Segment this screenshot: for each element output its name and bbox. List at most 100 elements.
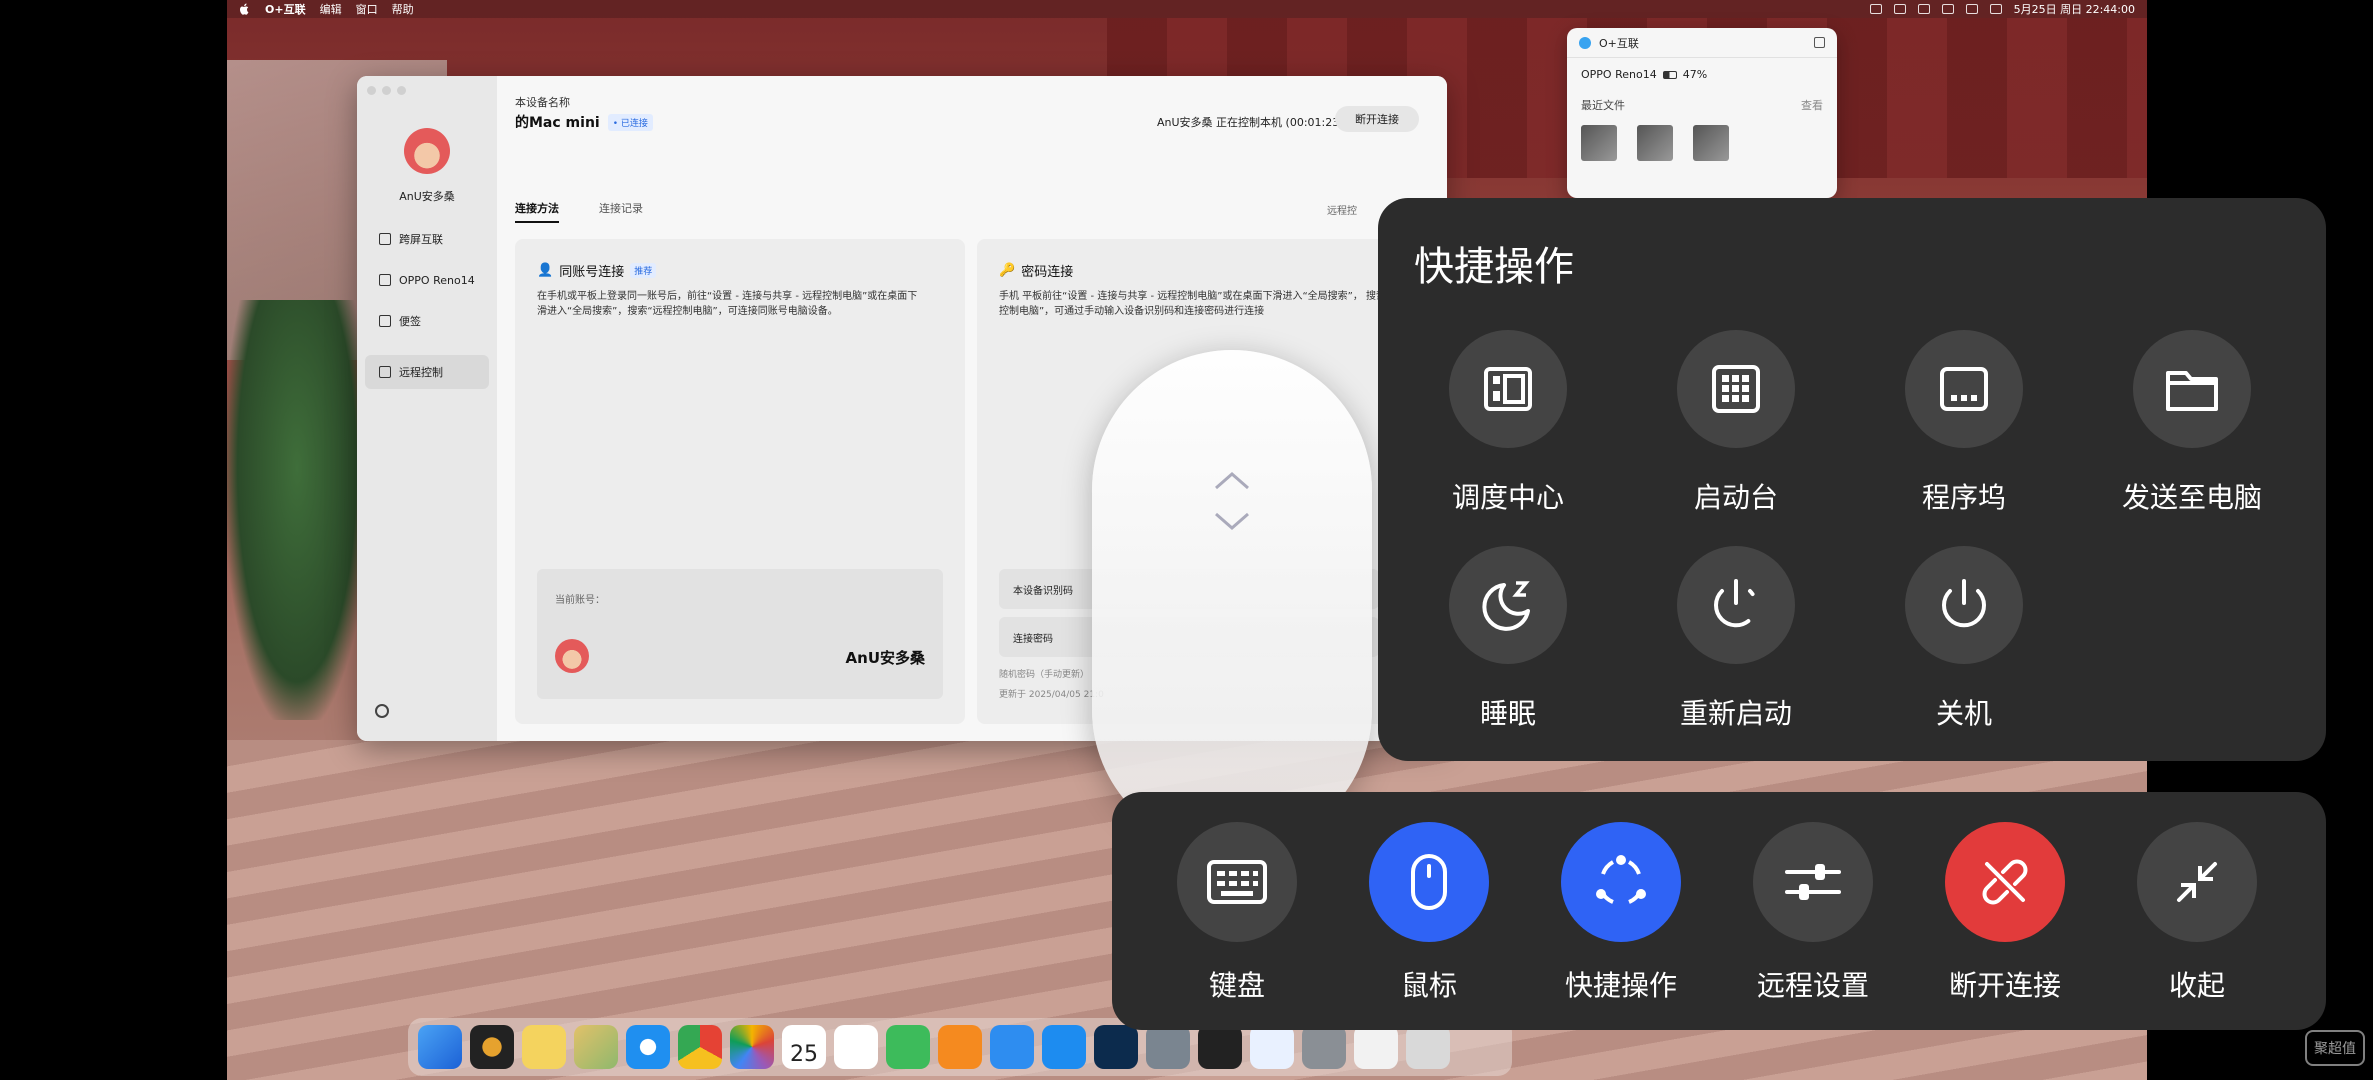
card-description: 手机 平板前往“设置 - 连接与共享 - 远程控制电脑”或在桌面下滑进入“全局搜… (999, 291, 1387, 317)
window-controls (367, 86, 406, 95)
app-logo-icon (1579, 36, 1591, 49)
collapse-button[interactable]: 收起 (2107, 822, 2287, 1022)
password-label: 连接密码 (1013, 633, 1053, 645)
system-settings-icon[interactable] (1302, 1025, 1346, 1069)
pages-icon[interactable] (938, 1025, 982, 1069)
send-to-computer-button[interactable]: 发送至电脑 (2102, 330, 2282, 514)
screen-icon (379, 233, 391, 245)
tab-connection-history[interactable]: 连接记录 (599, 200, 643, 223)
restart-button[interactable]: 重新启动 (1646, 546, 1826, 730)
calendar-day: 25 (790, 1042, 818, 1067)
apple-icon[interactable] (239, 3, 251, 15)
sidebar-item-phone[interactable]: OPPO Reno14 (365, 263, 489, 297)
status-icon[interactable] (1893, 4, 1906, 14)
mouse-button[interactable]: 鼠标 (1339, 822, 1519, 1022)
trash-icon[interactable] (1406, 1025, 1450, 1069)
settings-gear-icon[interactable] (375, 704, 389, 718)
mission-control-button[interactable]: 调度中心 (1418, 330, 1598, 514)
keyboard-icon (1177, 822, 1297, 942)
document-icon[interactable] (1354, 1025, 1398, 1069)
random-password-note: 随机密码（手动更新） (999, 670, 1090, 680)
connected-badge: • 已连接 (607, 113, 653, 131)
sidebar-item-notes[interactable]: 便签 (365, 304, 489, 338)
status-icon[interactable] (1869, 4, 1882, 14)
app-sidebar: AnU安多桑 跨屏互联 OPPO Reno14 便签 远程控制 (357, 76, 497, 741)
menubar-clock[interactable]: 5月25日 周日 22:44:00 (2014, 1, 2135, 17)
keyboard-button[interactable]: 键盘 (1147, 822, 1327, 1022)
minimize-window-button[interactable] (382, 86, 391, 95)
quick-item-label: 重新启动 (1679, 697, 1792, 730)
photos-icon[interactable] (730, 1025, 774, 1069)
speaker-app-icon[interactable] (470, 1025, 514, 1069)
finder-icon[interactable] (418, 1025, 462, 1069)
safari-icon[interactable] (626, 1025, 670, 1069)
remote-toolbar: 键盘 鼠标 快捷操作 远程设置 断开连接 收起 (1112, 792, 2326, 1030)
menubar-window[interactable]: 窗口 (356, 1, 378, 17)
close-window-button[interactable] (367, 86, 376, 95)
wifi-icon[interactable] (1941, 4, 1954, 14)
quick-actions-icon (1561, 822, 1681, 942)
card-title-text: 同账号连接 (559, 265, 625, 280)
reminders-icon[interactable] (834, 1025, 878, 1069)
device-code-label: 本设备识别码 (1013, 585, 1073, 597)
calendar-icon[interactable]: 25 (782, 1025, 826, 1069)
launchpad-button[interactable]: 启动台 (1646, 330, 1826, 514)
launchpad-app-icon[interactable] (574, 1025, 618, 1069)
sidebar-item-screen-link[interactable]: 跨屏互联 (365, 222, 489, 256)
menubar-help[interactable]: 帮助 (392, 1, 414, 17)
mini-device-row[interactable]: OPPO Reno14 47% (1567, 58, 1837, 91)
app-store-icon[interactable] (1042, 1025, 1086, 1069)
device-name-label: 本设备名称 (515, 96, 570, 109)
device-name-text: 的Mac mini (515, 115, 600, 131)
quick-actions-button[interactable]: 快捷操作 (1531, 822, 1711, 1022)
mini-battery: 47% (1682, 68, 1708, 81)
chevron-up-icon[interactable] (1212, 470, 1252, 492)
sleep-button[interactable]: 睡眠 (1418, 546, 1598, 730)
numbers-icon[interactable] (886, 1025, 930, 1069)
sidebar-item-remote-control[interactable]: 远程控制 (365, 355, 489, 389)
menubar-status-area: 5月25日 周日 22:44:00 (1869, 1, 2135, 17)
recommend-tag: 推荐 (630, 263, 657, 278)
quick-item-label: 程序坞 (1921, 481, 2006, 514)
file-thumbnail[interactable] (1637, 125, 1673, 161)
restart-icon (1677, 546, 1795, 664)
toolbar-item-label: 远程设置 (1756, 969, 1869, 1002)
virtual-mouse-overlay[interactable] (1092, 350, 1372, 850)
remote-settings-button[interactable]: 远程设置 (1723, 822, 1903, 1022)
toolbar-item-label: 快捷操作 (1564, 969, 1677, 1002)
status-icon[interactable] (1917, 4, 1930, 14)
remote-hint[interactable]: 远程控 (1327, 202, 1357, 217)
file-thumbnail[interactable] (1581, 125, 1617, 161)
terminal-icon[interactable] (1198, 1025, 1242, 1069)
launchpad-icon (1677, 330, 1795, 448)
card-description: 在手机或平板上登录同一账号后，前往“设置 - 连接与共享 - 远程控制电脑”或在… (537, 291, 918, 317)
notes-app-icon[interactable] (522, 1025, 566, 1069)
tab-connection-method[interactable]: 连接方法 (515, 200, 559, 223)
mini-device-name: OPPO Reno14 (1581, 68, 1657, 81)
preview-icon[interactable] (1146, 1025, 1190, 1069)
quick-item-label: 启动台 (1693, 481, 1778, 514)
disconnect-button[interactable]: 断开连接 (1335, 106, 1419, 132)
current-account-label: 当前账号： (555, 595, 605, 606)
sidebar-item-label: 远程控制 (399, 366, 443, 379)
file-thumbnail[interactable] (1693, 125, 1729, 161)
view-more-link[interactable]: 查看 (1801, 97, 1823, 113)
chevron-down-icon[interactable] (1212, 510, 1252, 532)
disconnect-toolbar-button[interactable]: 断开连接 (1915, 822, 2095, 1022)
photoshop-icon[interactable] (1094, 1025, 1138, 1069)
search-icon[interactable] (1965, 4, 1978, 14)
zoom-window-button[interactable] (397, 86, 406, 95)
menubar-app-name[interactable]: O+互联 (265, 1, 306, 17)
control-center-icon[interactable] (1989, 4, 2002, 14)
keynote-icon[interactable] (990, 1025, 1034, 1069)
user-avatar[interactable] (404, 128, 450, 174)
dock-button[interactable]: 程序坞 (1874, 330, 2054, 514)
menubar-edit[interactable]: 编辑 (320, 1, 342, 17)
home-icon[interactable] (1814, 37, 1825, 48)
chrome-icon[interactable] (678, 1025, 722, 1069)
sliders-icon (1753, 822, 1873, 942)
shutdown-button[interactable]: 关机 (1874, 546, 2054, 730)
oplus-connect-icon[interactable] (1250, 1025, 1294, 1069)
quick-item-label: 发送至电脑 (2121, 481, 2262, 514)
account-name: AnU安多桑 (845, 649, 925, 667)
